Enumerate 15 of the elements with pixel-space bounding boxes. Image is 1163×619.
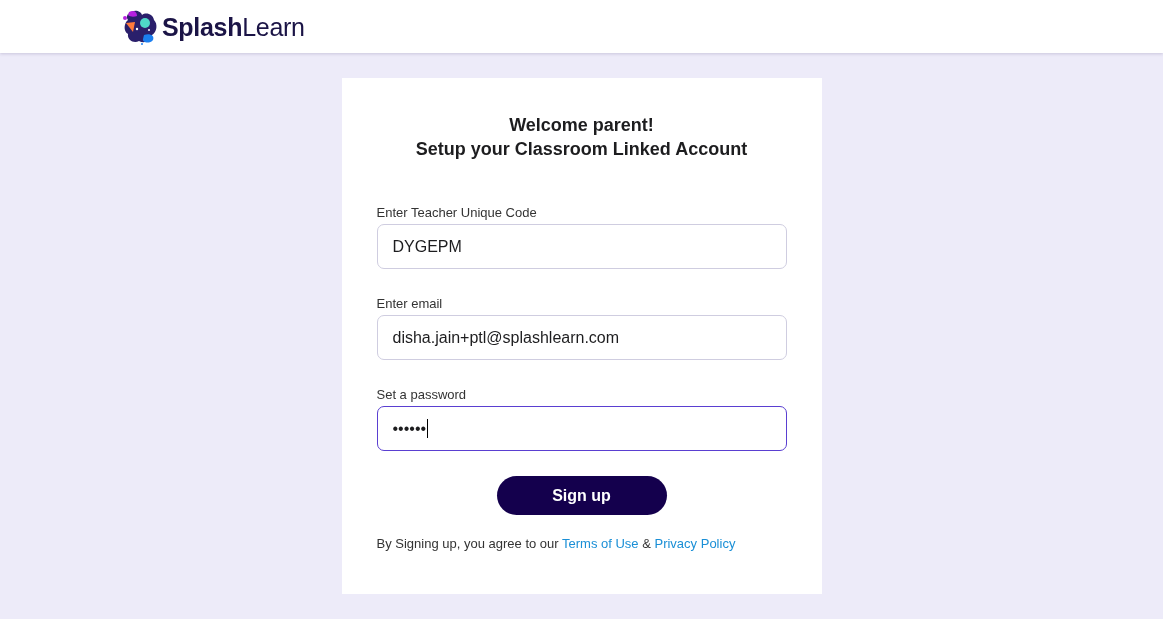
paint-splash-logo-icon <box>122 8 158 45</box>
sign-up-button[interactable]: Sign up <box>496 476 667 515</box>
field-label: Enter email <box>376 296 443 312</box>
terms-of-use-link[interactable]: Terms of Use <box>562 536 639 551</box>
form-title: Setup your Classroom Linked Account <box>415 138 748 160</box>
privacy-policy-link[interactable]: Privacy Policy <box>654 536 736 551</box>
terms-text: By Signing up, you agree to our Terms of Use & Privacy Policy <box>376 536 737 552</box>
logo-wordmark: SplashLearn <box>162 11 305 42</box>
input-field[interactable]: DYGEPM <box>376 224 787 269</box>
form-title: Welcome parent! <box>509 114 654 136</box>
field-label: Set a password <box>376 387 467 403</box>
field-label: Enter Teacher Unique Code <box>376 205 537 221</box>
input-field[interactable]: •••••• <box>376 406 787 451</box>
input-field[interactable]: disha.jain+ptl@splashlearn.com <box>376 315 787 360</box>
text-cursor-icon <box>427 419 429 438</box>
